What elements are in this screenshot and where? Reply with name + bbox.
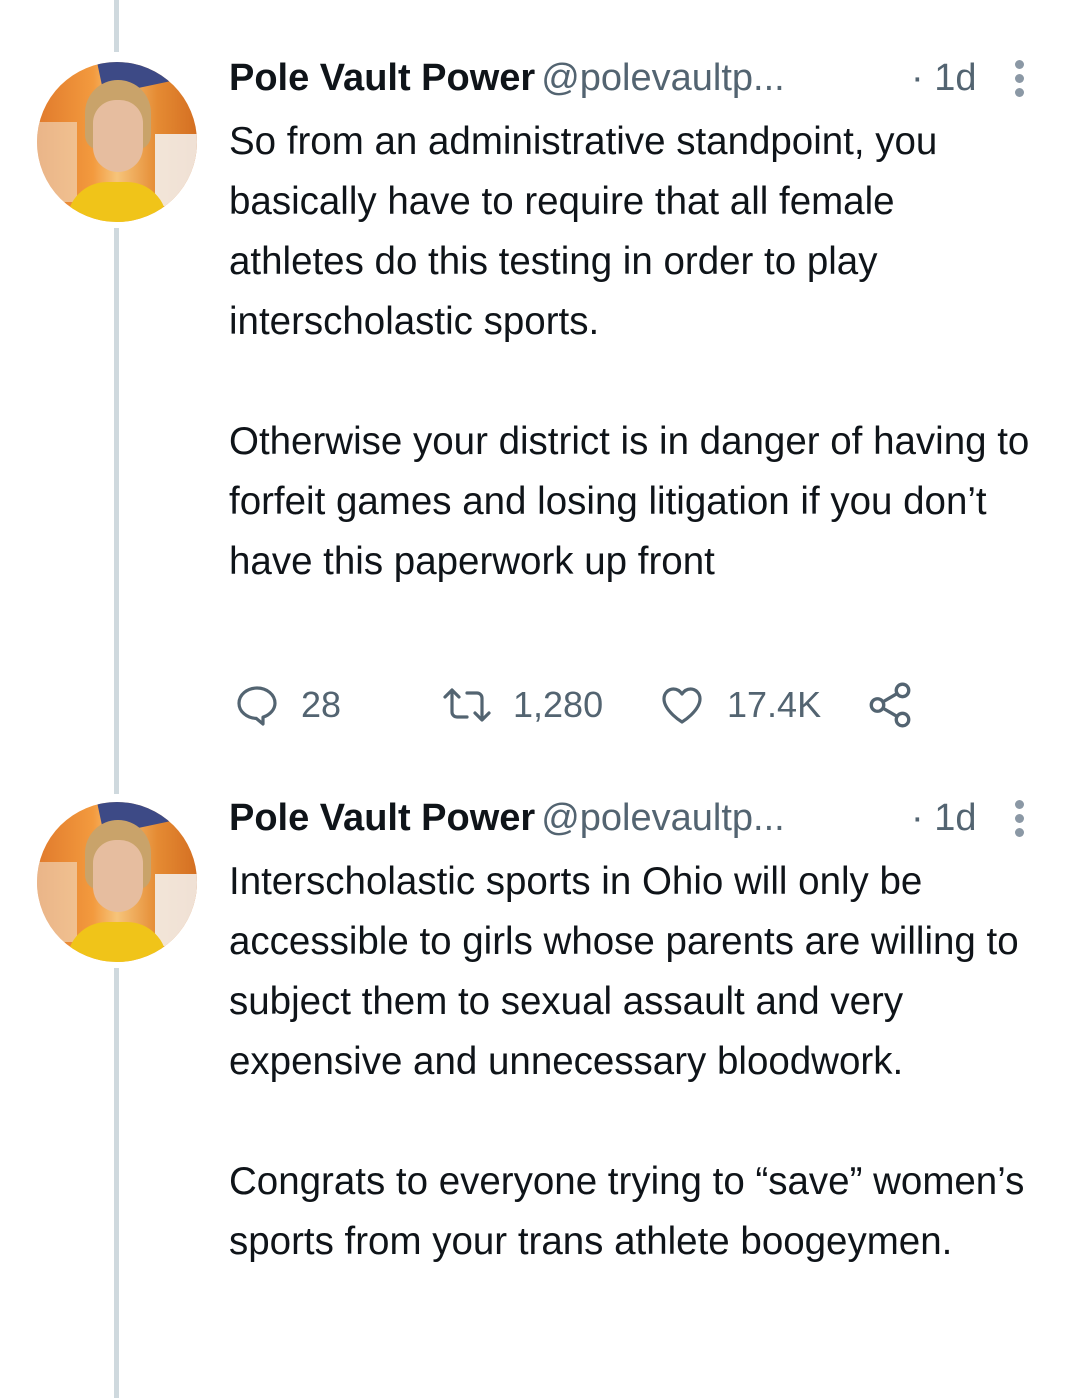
thread-line-top bbox=[114, 0, 119, 52]
tweet-header: Pole Vault Power @polevaultp... · 1d bbox=[229, 792, 1039, 844]
tweet[interactable]: Pole Vault Power @polevaultp... · 1d So f… bbox=[229, 52, 1039, 592]
share-icon bbox=[869, 682, 911, 728]
share-button[interactable] bbox=[865, 680, 915, 730]
more-icon[interactable] bbox=[1013, 60, 1025, 100]
like-count: 17.4K bbox=[727, 684, 822, 725]
retweet-button[interactable]: 1,280 bbox=[441, 680, 603, 730]
display-name[interactable]: Pole Vault Power bbox=[229, 797, 535, 839]
thread-line-bottom bbox=[114, 968, 119, 1398]
thread-line-middle bbox=[114, 228, 119, 794]
reply-button[interactable]: 28 bbox=[233, 680, 341, 730]
tweet-actions: 28 1,280 17.4K bbox=[229, 680, 949, 730]
display-name[interactable]: Pole Vault Power bbox=[229, 57, 535, 99]
avatar[interactable] bbox=[37, 802, 197, 962]
more-icon[interactable] bbox=[1013, 800, 1025, 840]
reply-icon bbox=[237, 686, 277, 726]
retweet-icon bbox=[443, 688, 491, 722]
tweet-text: So from an administrative standpoint, yo… bbox=[229, 120, 1030, 583]
tweet-text: Interscholastic sports in Ohio will only… bbox=[229, 860, 1025, 1263]
handle[interactable]: @polevaultp... bbox=[541, 57, 785, 99]
tweet[interactable]: Pole Vault Power @polevaultp... · 1d Inte… bbox=[229, 792, 1039, 1272]
retweet-count: 1,280 bbox=[513, 684, 604, 725]
timestamp[interactable]: · 1d bbox=[911, 792, 976, 844]
handle[interactable]: @polevaultp... bbox=[541, 797, 785, 839]
avatar[interactable] bbox=[37, 62, 197, 222]
tweet-header: Pole Vault Power @polevaultp... · 1d bbox=[229, 52, 1039, 104]
like-button[interactable]: 17.4K bbox=[657, 680, 821, 730]
like-icon bbox=[662, 687, 702, 724]
reply-count: 28 bbox=[301, 684, 342, 725]
timestamp[interactable]: · 1d bbox=[911, 52, 976, 104]
